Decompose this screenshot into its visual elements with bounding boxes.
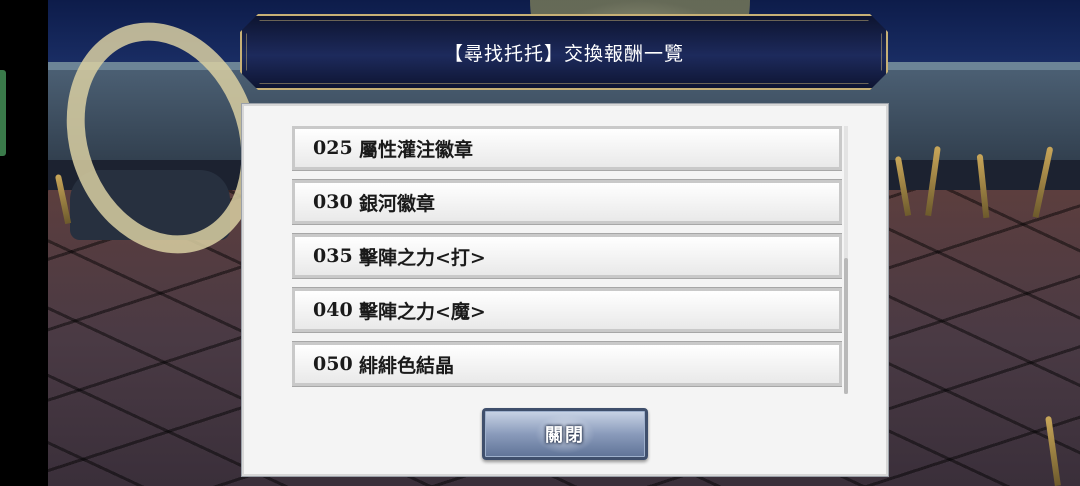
side-tab[interactable] [0, 70, 6, 156]
list-item: 050 緋緋色結晶 [292, 341, 842, 387]
item-number: 040 [313, 299, 353, 321]
item-name: 銀河徽章 [359, 192, 436, 215]
list-item: 030 銀河徽章 [292, 179, 842, 225]
close-button[interactable]: 關閉 [482, 408, 648, 460]
reward-list[interactable]: 025 屬性灌注徽章 030 銀河徽章 035 擊陣之力<打> 040 擊陣之力… [292, 126, 842, 394]
item-name: 擊陣之力<魔> [359, 300, 486, 323]
screen-edge [0, 0, 48, 486]
item-number: 030 [313, 191, 353, 213]
item-name: 擊陣之力<打> [359, 246, 486, 269]
close-button-label: 關閉 [545, 425, 585, 446]
item-number: 050 [313, 353, 353, 375]
list-item: 035 擊陣之力<打> [292, 233, 842, 279]
reward-dialog: 025 屬性灌注徽章 030 銀河徽章 035 擊陣之力<打> 040 擊陣之力… [242, 104, 888, 476]
item-name: 緋緋色結晶 [359, 354, 455, 377]
item-number: 025 [313, 137, 353, 159]
list-item: 025 屬性灌注徽章 [292, 126, 842, 171]
scrollbar[interactable] [844, 126, 848, 394]
title-bar: 【尋找托托】交換報酬一覽 [240, 14, 888, 90]
item-name: 屬性灌注徽章 [359, 138, 474, 161]
list-item: 040 擊陣之力<魔> [292, 287, 842, 333]
scrollbar-thumb[interactable] [844, 258, 848, 394]
item-number: 035 [313, 245, 353, 267]
dialog-title: 【尋找托托】交換報酬一覽 [443, 42, 684, 65]
